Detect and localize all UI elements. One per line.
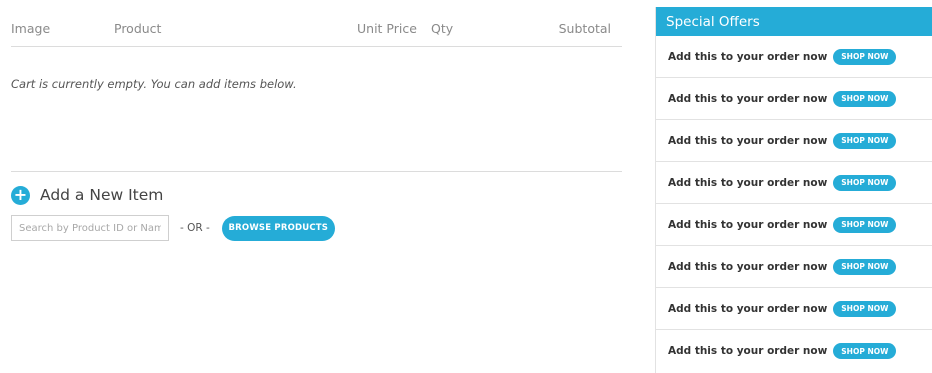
offer-item: Add this to your order now SHOP NOW <box>656 162 932 204</box>
offer-text: Add this to your order now <box>668 50 828 63</box>
cart-panel: Image Product Unit Price Qty Subtotal Ca… <box>0 0 622 373</box>
plus-icon[interactable]: + <box>11 185 30 205</box>
offer-text: Add this to your order now <box>668 176 828 189</box>
shop-now-button[interactable]: SHOP NOW <box>833 48 897 65</box>
offer-text: Add this to your order now <box>668 92 828 105</box>
shop-now-button[interactable]: SHOP NOW <box>833 132 897 149</box>
offer-item: Add this to your order now SHOP NOW <box>656 246 932 288</box>
or-separator: - OR - <box>180 222 210 234</box>
add-item-controls: - OR - BROWSE PRODUCTS <box>11 215 335 241</box>
offer-item: Add this to your order now SHOP NOW <box>656 204 932 246</box>
offer-text: Add this to your order now <box>668 302 828 315</box>
special-offers-panel: Special Offers Add this to your order no… <box>655 7 932 373</box>
product-search-input[interactable] <box>11 215 169 241</box>
cart-empty-message: Cart is currently empty. You can add ite… <box>11 77 297 91</box>
add-item-title: Add a New Item <box>40 186 164 204</box>
column-header-subtotal: Subtotal <box>558 21 611 36</box>
shop-now-button[interactable]: SHOP NOW <box>833 174 897 191</box>
shop-now-button[interactable]: SHOP NOW <box>833 90 897 107</box>
offer-text: Add this to your order now <box>668 134 828 147</box>
browse-products-button[interactable]: BROWSE PRODUCTS <box>221 215 335 241</box>
special-offers-title: Special Offers <box>656 7 932 36</box>
column-header-product: Product <box>114 21 162 36</box>
offer-text: Add this to your order now <box>668 218 828 231</box>
shop-now-button[interactable]: SHOP NOW <box>833 300 897 317</box>
shop-now-button[interactable]: SHOP NOW <box>833 343 897 359</box>
column-header-unit-price: Unit Price <box>357 21 417 36</box>
offer-item: Add this to your order now SHOP NOW <box>656 36 932 78</box>
column-header-qty: Qty <box>431 21 454 36</box>
offer-item: Add this to your order now SHOP NOW <box>656 288 932 330</box>
offer-item: Add this to your order now SHOP NOW <box>656 120 932 162</box>
offer-text: Add this to your order now <box>668 345 828 357</box>
offer-text: Add this to your order now <box>668 260 828 273</box>
column-header-image: Image <box>11 21 51 36</box>
offer-item: Add this to your order now SHOP NOW <box>656 330 932 372</box>
cart-table-header: Image Product Unit Price Qty Subtotal <box>11 0 622 47</box>
section-divider <box>11 171 622 172</box>
offer-item: Add this to your order now SHOP NOW <box>656 78 932 120</box>
shop-now-button[interactable]: SHOP NOW <box>833 258 897 275</box>
shop-now-button[interactable]: SHOP NOW <box>833 216 897 233</box>
add-item-heading: + Add a New Item <box>11 184 163 206</box>
